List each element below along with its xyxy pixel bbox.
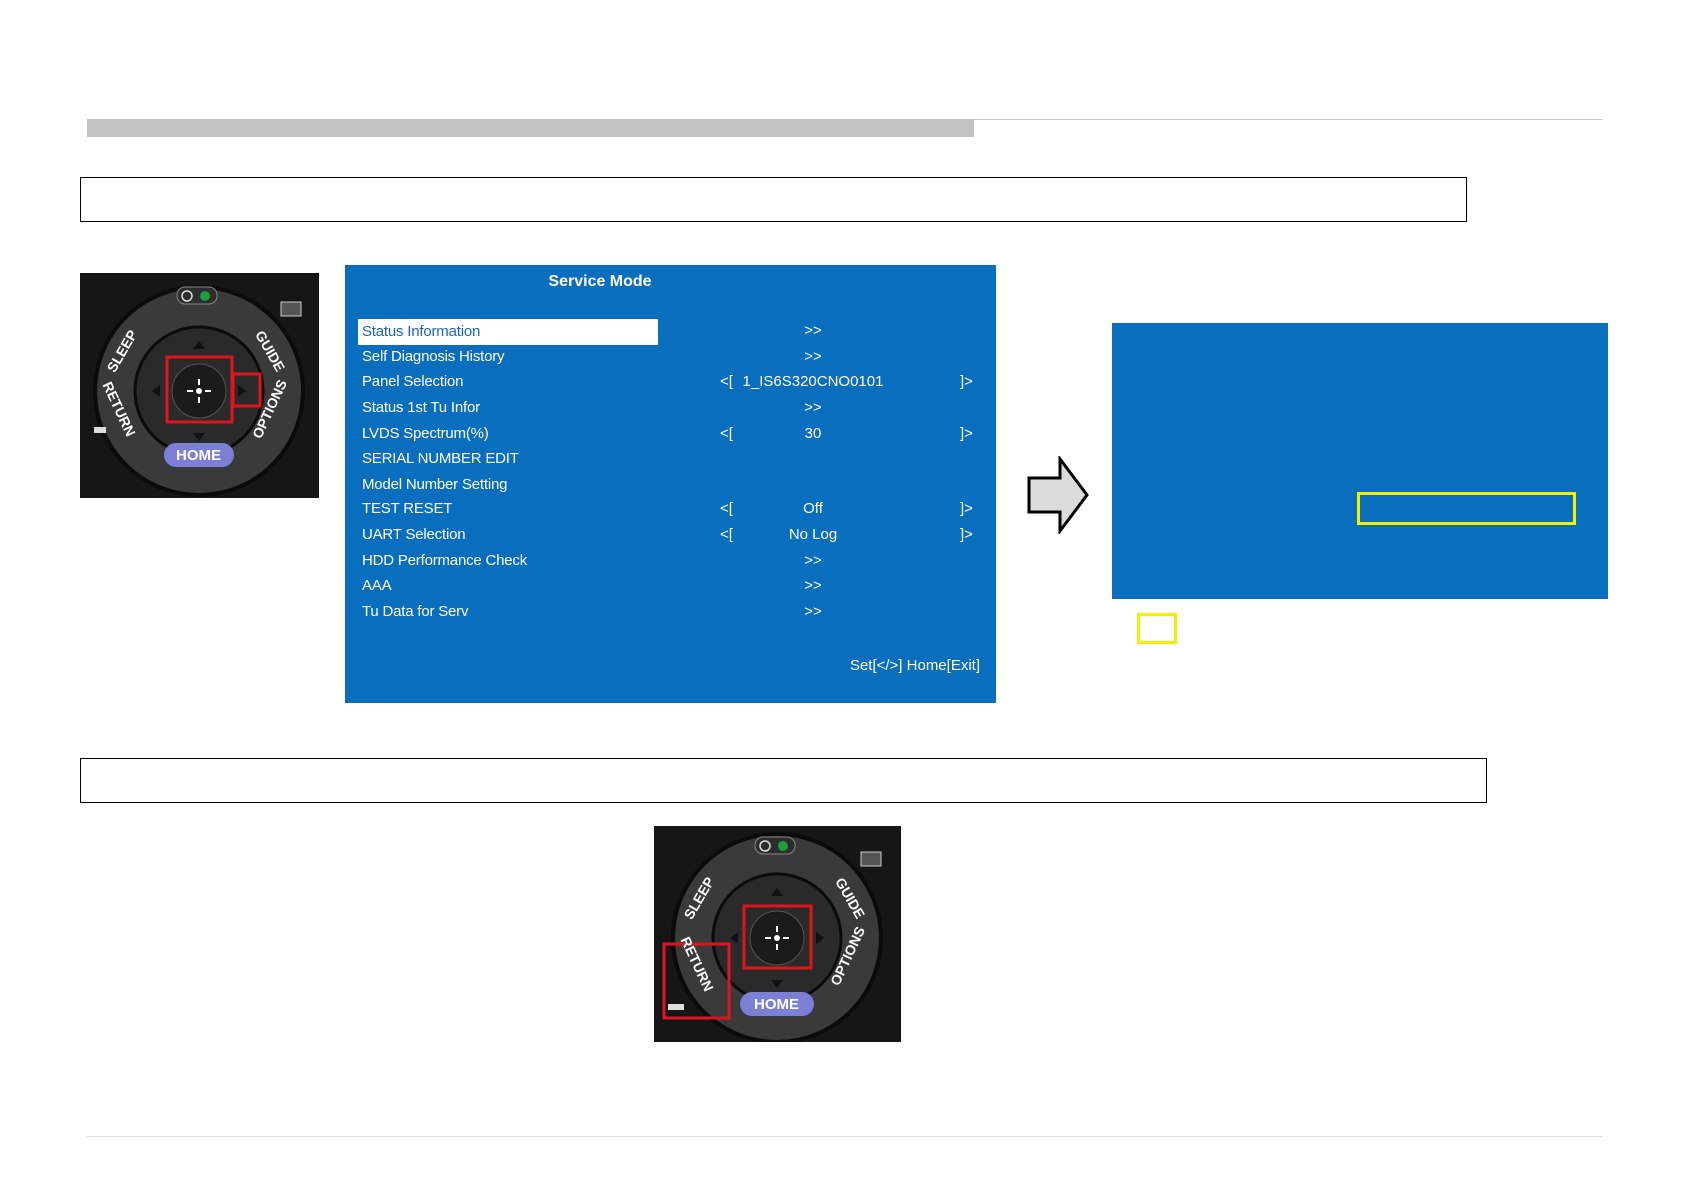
- chevron-right-icon[interactable]: ]>: [960, 373, 973, 390]
- menu-icon: [280, 301, 302, 317]
- menu-item-status-1st-tu-infor[interactable]: Status 1st Tu Infor >>: [358, 396, 983, 420]
- highlight-legend-marker: [1137, 613, 1177, 644]
- chevron-right-icon[interactable]: ]>: [960, 500, 973, 517]
- highlight-area: [1357, 492, 1576, 525]
- return-icon: [94, 427, 106, 433]
- chevron-right-icon[interactable]: ]>: [960, 526, 973, 543]
- menu-item-model-number-setting[interactable]: Model Number Setting: [358, 473, 983, 497]
- menu-item-serial-number-edit[interactable]: SERIAL NUMBER EDIT: [358, 447, 983, 471]
- step-caption-box-1: [80, 177, 1467, 222]
- menu-icon: [860, 851, 882, 867]
- remote-label-home: HOME: [176, 447, 221, 464]
- result-screen: [1112, 323, 1608, 599]
- remote-control-image-2: SLEEP GUIDE RETURN OPTIONS HOME: [654, 826, 901, 1042]
- service-mode-screen: Service Mode Status Information >> Self …: [345, 265, 996, 703]
- menu-item-aaa[interactable]: AAA >>: [358, 574, 983, 598]
- menu-item-lvds-spectrum[interactable]: LVDS Spectrum(%) <[ 30 ]>: [358, 422, 983, 446]
- next-step-arrow-icon: [1027, 456, 1089, 534]
- header-bar: [87, 119, 974, 137]
- menu-item-self-diagnosis-history[interactable]: Self Diagnosis History >>: [358, 345, 983, 369]
- menu-item-status-information[interactable]: Status Information >>: [358, 319, 983, 345]
- menu-item-tu-data-for-serv[interactable]: Tu Data for Serv >>: [358, 600, 983, 624]
- footer-rule: [87, 1136, 1602, 1137]
- menu-item-test-reset[interactable]: TEST RESET <[ Off ]>: [358, 497, 983, 521]
- step-caption-box-2: [80, 758, 1487, 803]
- return-icon: [668, 1004, 684, 1010]
- service-mode-footer: Set[</>] Home[Exit]: [849, 657, 980, 674]
- menu-item-panel-selection[interactable]: Panel Selection <[ 1_IS6S320CNO0101 ]>: [358, 370, 983, 394]
- chevron-right-icon[interactable]: ]>: [960, 425, 973, 442]
- remote-label-home: HOME: [754, 996, 799, 1013]
- remote-control-image-1: SLEEP GUIDE RETURN OPTIONS HOME: [80, 273, 319, 498]
- menu-item-uart-selection[interactable]: UART Selection <[ No Log ]>: [358, 523, 983, 547]
- service-mode-title: Service Mode: [548, 273, 652, 290]
- menu-item-hdd-performance-check[interactable]: HDD Performance Check >>: [358, 549, 983, 573]
